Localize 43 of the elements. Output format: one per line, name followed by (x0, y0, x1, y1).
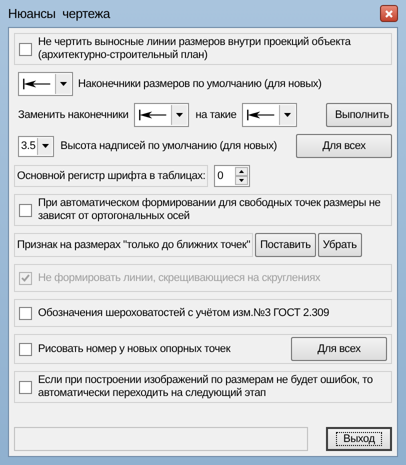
action-button[interactable]: Выполнить (326, 103, 392, 127)
arrowhead-combobox[interactable] (242, 103, 298, 127)
checkbox[interactable] (19, 204, 32, 216)
option-label: Рисовать номер у новых опорных точек (38, 342, 232, 356)
height-label: Высота надписей по умолчанию (для новых) (60, 138, 277, 154)
checkbox[interactable] (19, 42, 32, 56)
spin-down-icon (239, 179, 244, 182)
spin-up-icon (239, 170, 244, 173)
option-label: При автоматическом формировании для свободных точек размеры не зависят от ортогональных осей (38, 197, 382, 223)
replace-label: Заменить наконечники (18, 108, 128, 123)
action-button[interactable]: Для всех (291, 337, 387, 361)
checkbox[interactable] (19, 306, 32, 320)
checkbox[interactable] (19, 342, 32, 356)
option-label: Обозначения шероховатостей с учётом изм.№3 ГОСТ 2.309 (38, 306, 330, 320)
close-icon (385, 10, 393, 18)
font-case-label: Основной регистр шрифта в таблицах: (14, 165, 208, 187)
arrowhead-icon (138, 108, 168, 122)
dropdown-arrow-icon (284, 113, 292, 117)
dropdown-arrow-icon (60, 82, 67, 86)
height-combobox[interactable]: 3.5 (18, 136, 54, 156)
arrowhead-combobox[interactable] (18, 72, 73, 96)
checkbox[interactable] (19, 380, 32, 394)
dropdown-arrow-icon (42, 144, 49, 148)
action-button[interactable]: Убрать (318, 233, 362, 257)
arrowhead-combobox[interactable] (134, 103, 190, 127)
option-label: Не формировать линии, скрещивающиеся на скруглениях (38, 272, 322, 284)
option-label: Не чертить выносные линии размеров внутри проекций объекта (архитектурно-строительный план) (38, 36, 352, 62)
check-icon (21, 274, 30, 282)
font-case-value: 0 (216, 168, 224, 184)
dropdown-arrow-icon (176, 113, 184, 117)
action-button[interactable]: Для всех (296, 134, 392, 158)
arrowhead-icon (246, 108, 276, 122)
exit-button[interactable]: Выход (326, 427, 392, 451)
action-button[interactable]: Поставить (255, 233, 316, 257)
nearest-points-label: Признак на размерах "только до ближних точек" (14, 233, 254, 257)
window-title: Нюансы чертежа (8, 4, 110, 23)
height-value: 3.5 (20, 138, 36, 154)
arrowheads-label: Наконечники размеров по умолчанию (для новых) (78, 76, 322, 92)
replace-to-label: на такие (195, 108, 236, 123)
option-label: Если при построении изображений по размерам не будет ошибок, то автоматически переходить на следующий этап (38, 374, 374, 400)
close-button[interactable] (380, 5, 398, 22)
font-case-spinner[interactable]: 0 (214, 165, 250, 187)
arrowhead-icon (22, 77, 52, 91)
